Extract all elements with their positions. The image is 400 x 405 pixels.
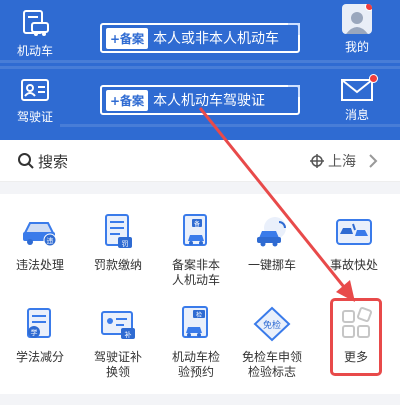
service-inspection-booking[interactable]: 检 机动车检 验预约 [161,304,231,380]
car-violation-icon: 违 [23,222,57,247]
mine-entry[interactable]: 我的 [322,4,392,55]
chevron-right-icon[interactable] [368,153,378,169]
service-move-car[interactable]: 一键挪车 [237,212,307,273]
location-target-icon [310,154,324,168]
license-entry[interactable]: 驾驶证 [0,78,70,125]
replace-badge-text: 补 [125,330,132,339]
register-badge: +备案 [106,89,149,111]
license-card-icon: 补 [101,311,135,339]
mine-label: 我的 [344,40,369,54]
service-register-other-vehicle[interactable]: 备 备案非本 人机动车 [161,212,231,288]
highlight-box [330,298,382,376]
service-label: 备案非本 [171,258,220,272]
move-car-icon [257,217,286,247]
section-divider [0,182,400,194]
accident-icon [336,219,372,245]
car-document-icon [23,10,49,36]
service-violation[interactable]: 违 违法处理 [5,212,75,273]
user-avatar-icon [346,12,368,34]
service-label: 一键挪车 [247,258,296,272]
document-car-icon: 备 [183,214,207,246]
inspection-icon: 检 [182,306,208,338]
city-selector[interactable]: 上海 [328,151,356,171]
service-label: 学法减分 [15,350,64,364]
service-fine-payment[interactable]: 罚 罚款缴纳 [83,212,153,273]
messages-entry[interactable]: 消息 [322,74,392,123]
exempt-badge-icon: 免检 [253,306,291,342]
service-accident[interactable]: 事故快处 [319,212,389,273]
envelope-wrap [340,74,378,102]
register-vehicle-banner[interactable]: +备案 本人或非本人机动车 [100,23,300,53]
register-license-banner[interactable]: +备案 本人机动车驾驶证 [100,85,300,115]
inspection-badge-text: 检 [196,311,202,319]
search-bar[interactable]: 搜索 上海 [0,140,400,182]
envelope-icon [341,79,373,101]
service-study-points[interactable]: 学 学法减分 [5,304,75,365]
search-label: 搜索 [38,153,69,171]
study-badge-text: 学 [31,328,38,337]
service-label: 罚款缴纳 [93,258,142,272]
header-stripe [0,66,400,69]
header-stripe [60,124,400,127]
register-badge: +备案 [106,27,149,49]
bottom-divider [0,394,400,405]
book-icon: 学 [27,308,51,338]
service-exempt-label[interactable]: 免检 免检车申领 检验标志 [237,304,307,380]
service-label: 违法处理 [15,258,64,272]
license-label: 驾驶证 [16,110,53,124]
service-label: 事故快处 [329,258,378,272]
service-label: 免检车申领 [241,350,302,364]
exempt-badge-text: 免检 [263,319,281,331]
fine-badge-text: 罚 [122,240,129,248]
register-license-text: 本人机动车驾驶证 [153,93,266,109]
register-badge-text: 备 [194,220,200,228]
register-vehicle-text: 本人或非本人机动车 [153,31,280,47]
id-card-icon [21,79,49,101]
avatar [342,4,372,34]
service-license-replacement[interactable]: 补 驾驶证补 换领 [83,304,153,380]
service-label: 驾驶证补 [93,350,142,364]
vehicle-entry[interactable]: 机动车 [0,8,70,59]
search-icon [18,153,34,169]
receipt-icon: 罚 [105,214,132,248]
violation-badge-text: 违 [47,237,54,245]
header-bar: 机动车 驾驶证 +备案 本人或非本人机动车 +备案 本人机动车驾驶证 我的 消息 [0,0,400,140]
header-stripe [0,60,400,63]
service-label: 机动车检 [171,350,220,364]
notification-dot [369,74,378,83]
notification-dot [365,4,372,11]
messages-label: 消息 [344,108,369,122]
vehicle-label: 机动车 [16,44,53,58]
